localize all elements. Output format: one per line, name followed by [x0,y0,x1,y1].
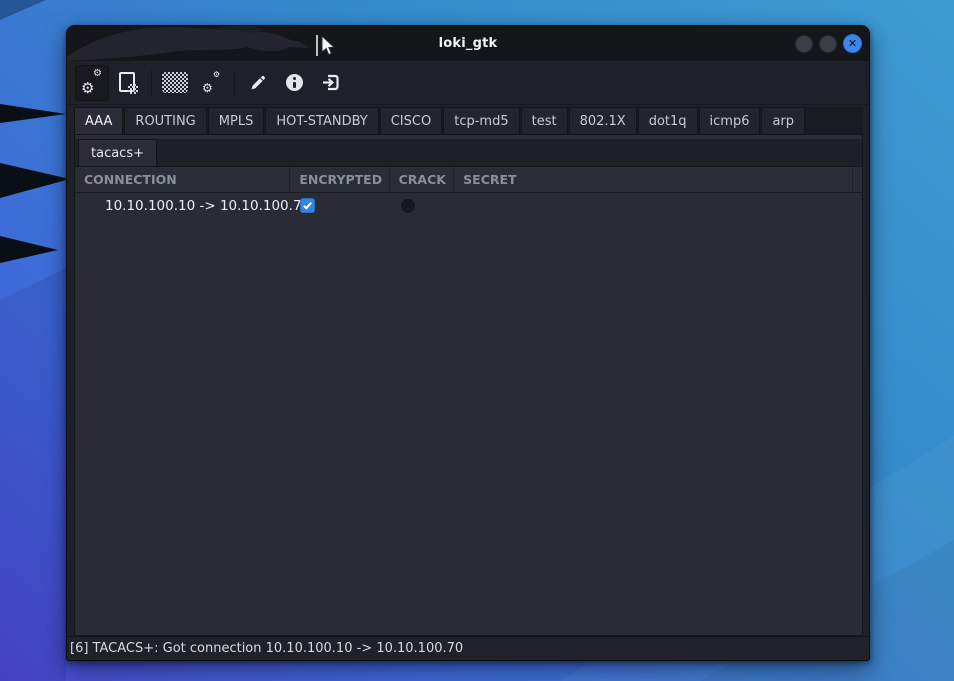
secret-cell [457,193,859,218]
close-icon: ✕ [848,38,857,49]
column-header-secret[interactable]: SECRET [454,167,853,192]
subtab-tacacs-[interactable]: tacacs+ [78,139,157,166]
table-row[interactable]: 10.10.100.10 -> 10.10.100.70 [75,193,862,218]
tab-cisco[interactable]: CISCO [380,107,442,134]
dragon-silhouette [67,26,327,61]
tab-tcp-md5[interactable]: tcp-md5 [443,107,519,134]
encrypted-cell [292,193,392,218]
table-body: 10.10.100.10 -> 10.10.100.70 [75,193,862,218]
toolbar-interface-button[interactable] [158,65,192,101]
toolbar-documents-button[interactable] [111,65,145,101]
tab-aaa[interactable]: AAA [74,107,123,134]
check-icon [302,200,313,211]
column-header-crack[interactable]: CRACK [390,167,455,192]
minimize-button[interactable] [795,35,813,53]
titlebar[interactable]: loki_gtk ✕ [67,26,869,61]
documents-icon [118,72,138,94]
tab-routing[interactable]: ROUTING [124,107,206,134]
connection-cell: 10.10.100.10 -> 10.10.100.70 [75,193,292,218]
desktop: { "window": { "title": "loki_gtk" }, "ti… [0,0,954,681]
main-tabs: AAAROUTINGMPLSHOT-STANDBYCISCOtcp-md5tes… [74,107,863,135]
window-title: loki_gtk [439,36,498,51]
tab-mpls[interactable]: MPLS [208,107,265,134]
encrypted-checkbox[interactable] [300,198,315,213]
table-header: CONNECTIONENCRYPTEDCRACKSECRET [75,167,862,193]
toolbar-quit-button[interactable] [313,65,347,101]
aaa-page: tacacs+ CONNECTIONENCRYPTEDCRACKSECRET 1… [74,135,863,636]
gears-run-icon: ⚙⚙ [81,72,103,94]
toolbar-run-button[interactable]: ⚙⚙ [75,65,109,101]
statusbar: [6] TACACS+: Got connection 10.10.100.10… [67,636,869,660]
tab-arp[interactable]: arp [761,107,805,134]
maximize-button[interactable] [819,35,837,53]
close-button[interactable]: ✕ [843,34,862,53]
toolbar-edit-button[interactable] [241,65,275,101]
toolbar-separator [234,70,235,96]
pencil-edit-icon [249,74,267,92]
window-controls: ✕ [795,26,862,61]
toolbar-info-button[interactable] [277,65,311,101]
app-window: loki_gtk ✕ ⚙⚙ ⚙⚙ [66,25,870,661]
column-header-encrypted[interactable]: ENCRYPTED [290,167,389,192]
crack-cell [392,193,457,218]
mouse-cursor [315,33,341,59]
notebook: AAAROUTINGMPLSHOT-STANDBYCISCOtcp-md5tes… [74,107,863,636]
network-screen-icon [162,72,188,93]
column-header-filler [853,167,862,192]
tab-hot-standby[interactable]: HOT-STANDBY [265,107,378,134]
toolbar-separator [151,70,152,96]
tab-icmp6[interactable]: icmp6 [699,107,761,134]
column-header-connection[interactable]: CONNECTION [75,167,290,192]
info-icon [286,74,303,91]
tab-dot1q[interactable]: dot1q [638,107,698,134]
status-text: [6] TACACS+: Got connection 10.10.100.10… [70,641,463,656]
toolbar: ⚙⚙ ⚙⚙ [67,61,869,105]
sub-notebook: tacacs+ [75,135,862,167]
sub-tabs: tacacs+ [75,139,862,167]
tab-802-1x[interactable]: 802.1X [569,107,637,134]
connections-table: CONNECTIONENCRYPTEDCRACKSECRET 10.10.100… [75,167,862,635]
tabstrip-filler [806,107,863,134]
gears-settings-icon: ⚙⚙ [200,72,222,94]
tab-test[interactable]: test [521,107,568,134]
quit-exit-icon [321,74,340,91]
crack-button[interactable] [400,198,416,214]
toolbar-settings-button[interactable]: ⚙⚙ [194,65,228,101]
